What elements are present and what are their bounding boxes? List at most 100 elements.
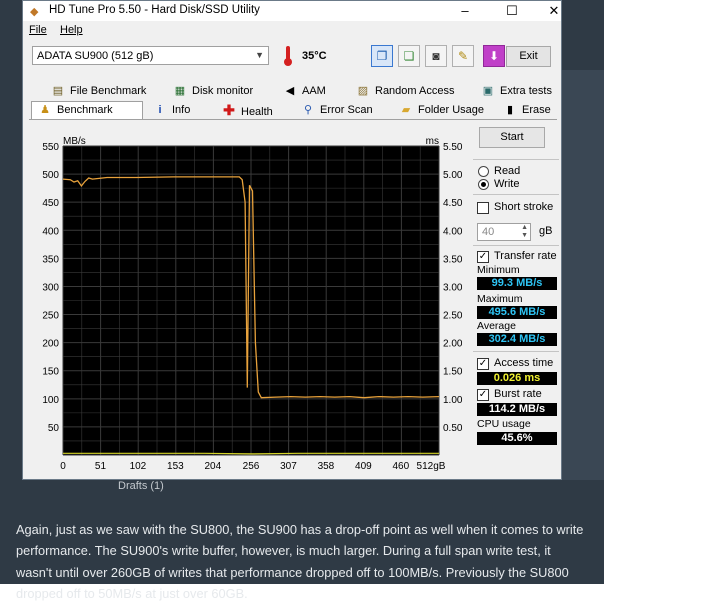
tab-label: Health bbox=[241, 106, 273, 118]
x-tick-label: 409 bbox=[355, 461, 372, 472]
x-tick-label: 51 bbox=[95, 461, 107, 472]
tab-info[interactable]: i Info bbox=[153, 102, 190, 119]
tab-label: Benchmark bbox=[57, 104, 113, 116]
trash-icon: ▮ bbox=[506, 104, 514, 116]
y2-tick-label: 2.50 bbox=[443, 311, 463, 322]
short-stroke-spinner[interactable]: 40 ▲ ▼ bbox=[477, 223, 531, 241]
x-tick-label: 512gB bbox=[417, 461, 446, 472]
tab-erase[interactable]: ▮ Erase bbox=[503, 102, 551, 119]
transfer-rate-chart: 550 500 450 400 350 300 250 200 150 100 50 5.50 5.0… bbox=[42, 136, 463, 472]
write-radio[interactable] bbox=[478, 179, 489, 190]
divider bbox=[473, 159, 559, 160]
drafts-link[interactable]: Drafts (1) bbox=[118, 480, 164, 492]
tab-file-benchmark[interactable]: ▤ File Benchmark bbox=[51, 83, 147, 100]
tab-label: AAM bbox=[302, 85, 326, 97]
temperature-readout: 35°C bbox=[302, 50, 327, 62]
burst-rate-label: Burst rate bbox=[494, 388, 542, 400]
thermometer-icon bbox=[284, 46, 292, 66]
short-stroke-checkbox[interactable] bbox=[477, 202, 489, 214]
maximize-button[interactable]: ☐ bbox=[497, 2, 527, 19]
minimum-label: Minimum bbox=[477, 264, 520, 276]
hdtune-window: ◆ HD Tune Pro 5.50 - Hard Disk/SSD Utili… bbox=[22, 0, 562, 480]
info-icon: i bbox=[158, 104, 162, 116]
x-tick-label: 102 bbox=[130, 461, 147, 472]
copy-info-icon[interactable]: ❐ bbox=[371, 45, 393, 67]
start-button[interactable]: Start bbox=[479, 127, 545, 148]
burst-rate-readout: 114.2 MB/s bbox=[477, 403, 557, 416]
minimum-readout: 99.3 MB/s bbox=[477, 277, 557, 290]
transfer-rate-label: Transfer rate bbox=[494, 250, 557, 262]
average-readout: 302.4 MB/s bbox=[477, 333, 557, 346]
y-tick-label: 250 bbox=[42, 311, 59, 322]
read-radio[interactable] bbox=[478, 166, 489, 177]
y2-tick-label: 0.50 bbox=[443, 423, 463, 434]
tab-label: Disk monitor bbox=[192, 85, 254, 97]
copy-all-icon[interactable]: ❏ bbox=[398, 45, 420, 67]
access-time-checkbox[interactable]: ✓ bbox=[477, 358, 489, 370]
burst-rate-checkbox[interactable]: ✓ bbox=[477, 389, 489, 401]
close-button[interactable]: ✕ bbox=[539, 2, 569, 19]
tab-label: Erase bbox=[522, 104, 551, 116]
exit-button[interactable]: Exit bbox=[506, 46, 551, 67]
x-tick-label: 153 bbox=[167, 461, 184, 472]
tab-label: Folder Usage bbox=[418, 104, 485, 116]
short-stroke-value: 40 bbox=[482, 226, 495, 238]
title-bar: ◆ HD Tune Pro 5.50 - Hard Disk/SSD Utili… bbox=[23, 1, 561, 21]
transfer-rate-checkbox[interactable]: ✓ bbox=[477, 251, 489, 263]
y2-tick-label: 3.00 bbox=[443, 282, 463, 293]
chevron-down-icon: ▼ bbox=[255, 50, 264, 60]
tab-health[interactable]: ✚ Health bbox=[222, 102, 273, 119]
y-tick-label: 400 bbox=[42, 226, 59, 237]
x-tick-label: 0 bbox=[60, 461, 66, 472]
read-label: Read bbox=[494, 165, 521, 177]
drive-select[interactable]: ADATA SU900 (512 gB) ▼ bbox=[32, 46, 269, 65]
tab-label: Error Scan bbox=[320, 104, 373, 116]
y-tick-label: 150 bbox=[42, 367, 59, 378]
divider bbox=[473, 351, 559, 352]
health-cross-icon: ✚ bbox=[223, 102, 235, 118]
tab-random-access[interactable]: ▨ Random Access bbox=[356, 83, 455, 100]
page-margin bbox=[604, 0, 720, 584]
tab-error-scan[interactable]: ⚲ Error Scan bbox=[301, 102, 373, 119]
window-title: HD Tune Pro 5.50 - Hard Disk/SSD Utility bbox=[49, 4, 260, 16]
spinner-arrows-icon[interactable]: ▲ ▼ bbox=[521, 224, 528, 240]
random-access-icon: ▨ bbox=[357, 85, 369, 97]
options-icon[interactable]: ✎ bbox=[452, 45, 474, 67]
folder-icon: ▰ bbox=[401, 104, 411, 116]
benchmark-panel: 550 500 450 400 350 300 250 200 150 100 50 5.50 5.0… bbox=[29, 120, 559, 473]
y2-tick-label: 1.50 bbox=[443, 367, 463, 378]
tab-benchmark[interactable]: ♟ Benchmark bbox=[31, 101, 143, 119]
app-icon: ◆ bbox=[30, 6, 39, 18]
tab-aam[interactable]: ◀ AAM bbox=[283, 83, 326, 100]
tab-label: File Benchmark bbox=[70, 85, 147, 97]
tab-folder-usage[interactable]: ▰ Folder Usage bbox=[399, 102, 484, 119]
tab-label: Random Access bbox=[375, 85, 455, 97]
divider bbox=[473, 194, 559, 195]
cpu-usage-label: CPU usage bbox=[477, 418, 531, 430]
y2-axis-ticks: 5.50 5.00 4.50 4.00 3.50 3.00 2.50 2.00 1.50 1.00… bbox=[443, 142, 463, 434]
cpu-usage-readout: 45.6% bbox=[477, 432, 557, 445]
minimize-button[interactable]: – bbox=[450, 2, 480, 19]
tab-disk-monitor[interactable]: ▦ Disk monitor bbox=[173, 83, 253, 100]
menu-bar: File Help bbox=[23, 22, 561, 38]
disk-monitor-icon: ▦ bbox=[174, 85, 186, 97]
background-panel bbox=[561, 70, 604, 480]
y-tick-label: 200 bbox=[42, 339, 59, 350]
y-tick-label: 500 bbox=[42, 170, 59, 181]
menu-help[interactable]: Help bbox=[60, 24, 83, 36]
y-tick-label: 100 bbox=[42, 395, 59, 406]
tab-label: Info bbox=[172, 104, 191, 116]
tab-extra-tests[interactable]: ▣ Extra tests bbox=[481, 83, 552, 100]
tab-strip: ▤ File Benchmark ▦ Disk monitor ◀ AAM ▨ Rand… bbox=[29, 83, 557, 121]
camera-icon[interactable]: ◙ bbox=[425, 45, 447, 67]
average-label: Average bbox=[477, 320, 516, 332]
save-icon[interactable]: ⬇ bbox=[483, 45, 505, 67]
short-stroke-unit: gB bbox=[539, 225, 553, 237]
y2-tick-label: 4.00 bbox=[443, 226, 463, 237]
maximum-label: Maximum bbox=[477, 293, 523, 305]
access-time-label: Access time bbox=[494, 357, 554, 369]
y-tick-label: 300 bbox=[42, 282, 59, 293]
menu-file[interactable]: File bbox=[29, 24, 47, 36]
x-tick-label: 358 bbox=[318, 461, 335, 472]
y2-tick-label: 4.50 bbox=[443, 198, 463, 209]
